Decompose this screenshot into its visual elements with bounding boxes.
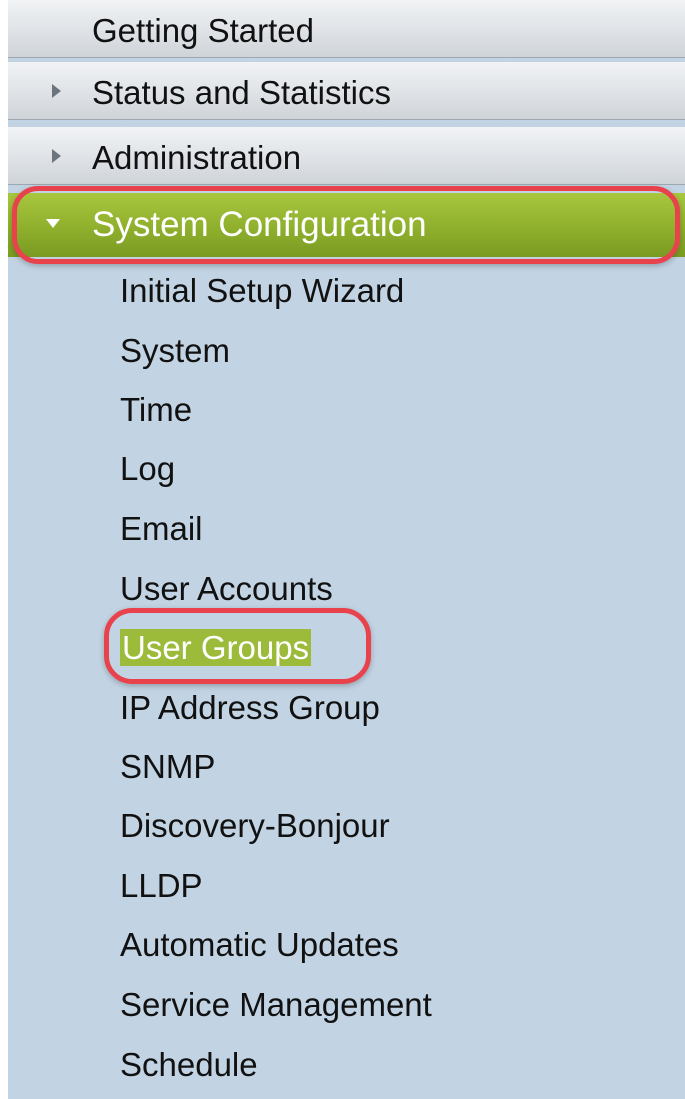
sub-item-email[interactable]: Email — [120, 504, 203, 554]
sub-item-user-groups[interactable]: User Groups — [120, 623, 312, 673]
nav-item-status-and-statistics[interactable]: Status and Statistics — [8, 62, 685, 120]
triangle-down-icon — [46, 219, 60, 228]
triangle-right-icon — [52, 149, 61, 163]
nav-item-label: Getting Started — [92, 12, 314, 49]
sub-item-snmp[interactable]: SNMP — [120, 742, 215, 792]
sub-item-automatic-updates[interactable]: Automatic Updates — [120, 920, 399, 970]
sub-item-log[interactable]: Log — [120, 444, 175, 494]
sub-item-ip-address-group[interactable]: IP Address Group — [120, 683, 380, 733]
sub-item-user-accounts[interactable]: User Accounts — [120, 564, 333, 614]
sub-item-system[interactable]: System — [120, 326, 230, 376]
sub-item-label: Initial Setup Wizard — [120, 272, 405, 309]
sub-item-label: Schedule — [120, 1046, 258, 1083]
sub-item-initial-setup-wizard[interactable]: Initial Setup Wizard — [120, 266, 404, 316]
sub-item-label: SNMP — [120, 748, 216, 785]
sub-item-label: LLDP — [120, 867, 203, 904]
sub-item-label: System — [120, 332, 231, 369]
sub-item-label: Automatic Updates — [120, 926, 399, 963]
sub-item-label: User Groups — [120, 629, 312, 666]
sub-item-label: Email — [120, 510, 203, 547]
sub-item-label: Service Management — [120, 986, 432, 1023]
sub-item-lldp[interactable]: LLDP — [120, 861, 203, 911]
sub-item-label: User Accounts — [120, 570, 333, 607]
sub-item-label: Log — [120, 450, 176, 487]
nav-item-label: Administration — [92, 139, 302, 176]
nav-item-label: Status and Statistics — [92, 74, 391, 111]
sub-item-label: IP Address Group — [120, 689, 380, 726]
sub-item-schedule[interactable]: Schedule — [120, 1040, 258, 1090]
sub-item-discovery-bonjour[interactable]: Discovery-Bonjour — [120, 801, 390, 851]
nav-item-label: System Configuration — [92, 205, 427, 244]
sub-item-label: Time — [120, 391, 193, 428]
nav-item-system-configuration[interactable]: System Configuration — [8, 193, 685, 257]
nav-item-getting-started[interactable]: Getting Started — [8, 0, 685, 58]
sub-item-service-management[interactable]: Service Management — [120, 980, 432, 1030]
navigation-sidebar: Getting Started Status and Statistics Ad… — [8, 0, 685, 1099]
sub-item-label: Discovery-Bonjour — [120, 807, 390, 844]
nav-item-administration[interactable]: Administration — [8, 127, 685, 185]
triangle-right-icon — [52, 84, 61, 98]
sub-item-time[interactable]: Time — [120, 385, 192, 435]
